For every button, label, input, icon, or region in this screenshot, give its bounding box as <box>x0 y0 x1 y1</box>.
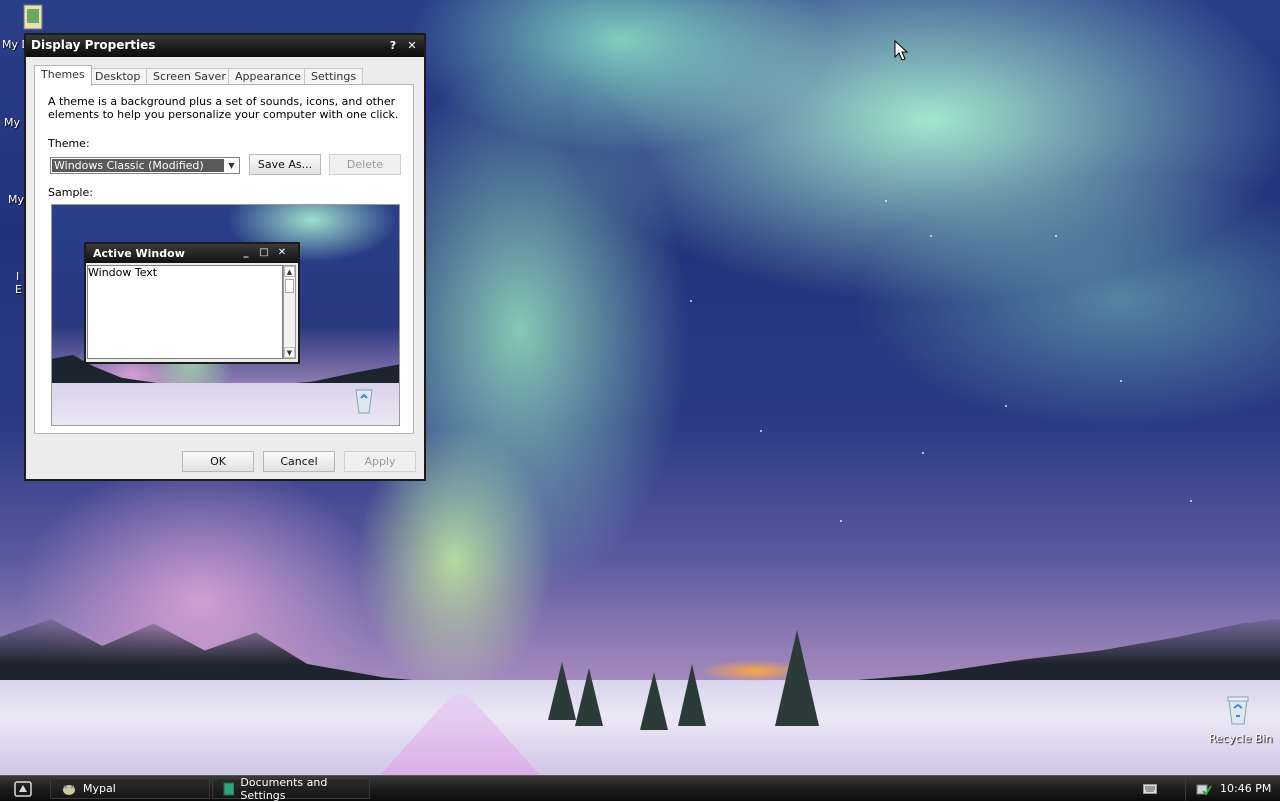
keyboard-layout-icon[interactable] <box>1143 784 1157 794</box>
window-titlebar[interactable]: Display Properties ? ✕ <box>26 35 424 57</box>
star <box>1005 405 1007 407</box>
my-documents-icon <box>23 4 43 30</box>
tab-appearance[interactable]: Appearance <box>228 68 309 85</box>
star <box>760 430 762 432</box>
sample-window-body: Window Text <box>87 265 283 359</box>
sample-window-titlebar: Active Window _ □ ✕ <box>86 244 298 263</box>
pine-tree <box>678 664 706 726</box>
desktop-icon-label: My <box>8 193 25 206</box>
recycle-bin-icon <box>355 389 373 414</box>
pine-tree <box>575 668 603 726</box>
delete-button[interactable]: Delete <box>329 154 401 175</box>
close-button[interactable]: ✕ <box>405 39 419 53</box>
themes-description: A theme is a background plus a set of so… <box>48 95 399 121</box>
apply-button[interactable]: Apply <box>344 451 416 472</box>
mouse-cursor-icon <box>894 40 909 61</box>
network-status-icon[interactable] <box>1196 782 1212 796</box>
theme-dropdown-value: Windows Classic (Modified) <box>52 159 224 172</box>
theme-label: Theme: <box>48 137 90 150</box>
sample-scrollbar: ▲ ▼ <box>283 265 296 359</box>
display-properties-window: Display Properties ? ✕ Themes Desktop Sc… <box>24 33 426 481</box>
desktop-icon-label: I <box>16 270 20 283</box>
star <box>1190 500 1192 502</box>
chevron-down-icon[interactable]: ▼ <box>224 158 239 173</box>
pine-tree <box>548 662 576 720</box>
scroll-down-icon: ▼ <box>284 347 295 358</box>
star <box>885 200 887 202</box>
star <box>840 520 842 522</box>
cancel-button[interactable]: Cancel <box>263 451 335 472</box>
tab-themes[interactable]: Themes <box>34 65 92 86</box>
sample-window-title: Active Window <box>93 247 185 260</box>
start-logo-icon <box>14 780 32 797</box>
taskbar-item-label: Mypal <box>83 782 116 795</box>
desktop-icon-label: My <box>4 116 21 129</box>
save-as-button[interactable]: Save As... <box>249 154 321 175</box>
folder-icon <box>223 782 235 795</box>
preview-snowfield <box>52 383 399 425</box>
sample-window-text: Window Text <box>88 266 158 279</box>
themes-panel: A theme is a background plus a set of so… <box>34 84 414 434</box>
pine-tree <box>640 672 668 730</box>
close-icon: ✕ <box>277 247 287 258</box>
tab-desktop[interactable]: Desktop <box>88 68 148 85</box>
star <box>1120 380 1122 382</box>
mypal-browser-icon <box>63 784 75 795</box>
star <box>930 235 932 237</box>
sample-active-window: Active Window _ □ ✕ Window Text ▲ ▼ <box>84 242 300 364</box>
clock[interactable]: 10:46 PM <box>1220 782 1271 795</box>
star <box>1055 235 1057 237</box>
help-button[interactable]: ? <box>386 39 400 53</box>
ok-button[interactable]: OK <box>182 451 254 472</box>
maximize-icon: □ <box>259 247 269 258</box>
star <box>922 452 924 454</box>
taskbar-item-documents-and-settings[interactable]: Documents and Settings <box>212 775 370 802</box>
desktop-icon-label: E <box>15 283 22 296</box>
tab-strip: Themes Desktop Screen Saver Appearance S… <box>34 65 416 86</box>
pine-tree <box>775 630 819 726</box>
scroll-thumb <box>285 279 294 293</box>
theme-dropdown[interactable]: Windows Classic (Modified) ▼ <box>50 157 240 174</box>
minimize-icon: _ <box>243 247 249 258</box>
scroll-up-icon: ▲ <box>284 266 295 277</box>
recycle-bin-label: Recycle Bin <box>1209 732 1273 745</box>
sample-label: Sample: <box>48 186 93 199</box>
taskbar: Mypal Documents and Settings 10:46 PM <box>0 775 1280 802</box>
taskbar-item-mypal[interactable]: Mypal <box>50 778 210 799</box>
recycle-bin-icon <box>1227 696 1249 725</box>
theme-sample-preview: Active Window _ □ ✕ Window Text ▲ ▼ <box>51 204 400 426</box>
tab-settings[interactable]: Settings <box>304 68 364 85</box>
taskbar-item-label: Documents and Settings <box>240 775 328 802</box>
system-tray: 10:46 PM <box>1185 776 1280 801</box>
start-button[interactable] <box>4 779 42 798</box>
window-title: Display Properties <box>31 38 156 52</box>
star <box>690 300 692 302</box>
tab-screen-saver[interactable]: Screen Saver <box>146 68 233 85</box>
